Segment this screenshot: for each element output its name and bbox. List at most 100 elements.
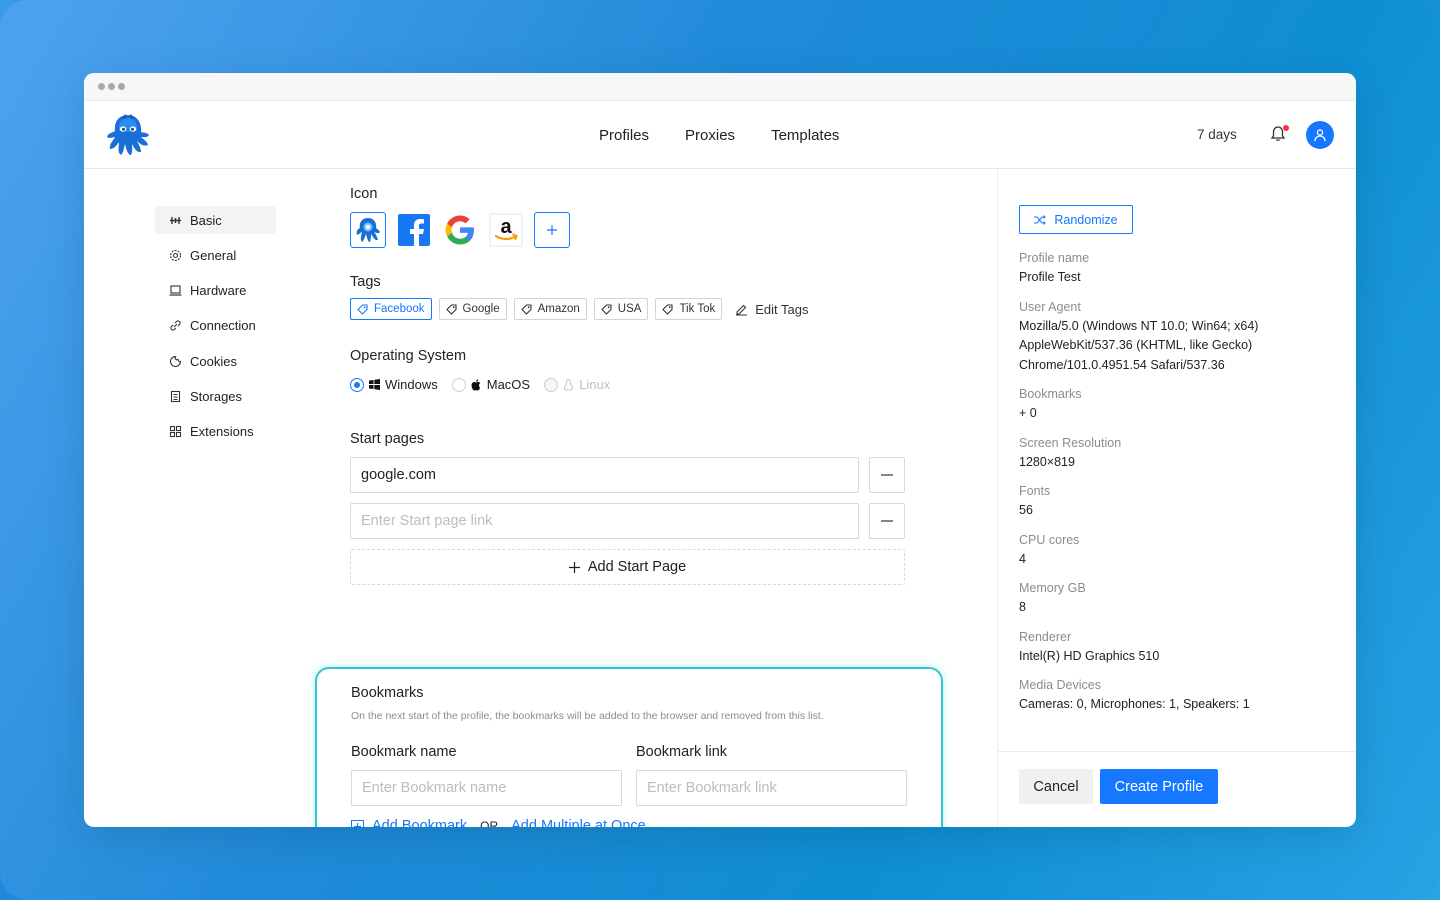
os-label-macos: MacOS <box>486 377 531 392</box>
user-agent-value-line: Mozilla/5.0 (Windows NT 10.0; Win64; x64… <box>1019 318 1259 333</box>
cancel-button[interactable]: Cancel <box>1019 769 1093 804</box>
icon-option-amazon[interactable]: a <box>488 212 524 248</box>
os-option-windows[interactable]: Windows <box>350 377 438 392</box>
tag-google[interactable]: Google <box>438 298 507 320</box>
sidebar-item-storages[interactable]: Storages <box>155 382 276 410</box>
tag-icon <box>357 303 368 315</box>
renderer-key: Renderer <box>1019 629 1072 644</box>
add-icon-button[interactable] <box>534 212 570 248</box>
pencil-icon <box>736 304 748 316</box>
icon-label: Icon <box>350 186 378 202</box>
amazon-icon: a <box>489 213 523 247</box>
tag-amazon[interactable]: Amazon <box>513 298 587 320</box>
add-bookmark-link[interactable]: Add Bookmark <box>372 818 467 827</box>
gear-icon <box>169 249 182 261</box>
os-option-macos[interactable]: MacOS <box>451 377 531 392</box>
title-bar <box>84 73 1356 101</box>
nav-proxies[interactable]: Proxies <box>685 127 735 144</box>
os-label: Operating System <box>350 348 467 364</box>
sidebar-item-extensions[interactable]: Extensions <box>155 418 276 446</box>
sidebar-item-label: Extensions <box>190 424 254 440</box>
shuffle-icon <box>1034 214 1047 225</box>
tag-label: Tik Tok <box>679 303 716 315</box>
randomize-button[interactable]: Randomize <box>1019 205 1133 234</box>
minus-icon <box>881 474 893 476</box>
tag-label: Amazon <box>537 303 580 315</box>
memory-value: 8 <box>1019 600 1026 614</box>
create-profile-button[interactable]: Create Profile <box>1100 769 1218 804</box>
edit-tags-button[interactable]: Edit Tags <box>735 302 809 317</box>
sidebar-item-label: Basic <box>190 212 222 228</box>
cpu-key: CPU cores <box>1019 532 1080 547</box>
avatar[interactable] <box>1306 121 1334 149</box>
apple-icon <box>471 378 481 390</box>
tag-icon <box>662 303 674 315</box>
tag-list: Facebook Google Amazon USA Tik Tok Edit … <box>350 298 809 320</box>
tag-label: USA <box>617 303 642 315</box>
radio-button[interactable] <box>451 377 466 392</box>
window-dot <box>98 83 105 90</box>
facebook-icon <box>398 214 430 247</box>
icon-option-google[interactable] <box>442 212 478 248</box>
tag-tiktok[interactable]: Tik Tok <box>655 298 723 320</box>
start-page-input-empty[interactable]: Enter Start page link <box>350 503 859 539</box>
window-dot <box>108 83 115 90</box>
cpu-value: 4 <box>1019 551 1026 566</box>
linux-icon <box>564 378 574 390</box>
grid-icon <box>169 426 182 438</box>
notification-dot <box>1283 125 1289 131</box>
fonts-key: Fonts <box>1019 484 1051 498</box>
icon-option-octopus[interactable] <box>350 212 386 248</box>
add-start-page-label: Add Start Page <box>587 559 687 575</box>
sidebar-item-label: Cookies <box>190 353 237 369</box>
start-page-input[interactable]: google.com <box>350 457 859 493</box>
tag-icon <box>445 303 457 315</box>
add-multiple-link[interactable]: Add Multiple at Once <box>511 818 646 827</box>
bookmarks-value: + 0 <box>1019 406 1037 420</box>
icon-option-facebook[interactable] <box>396 212 432 248</box>
start-pages-label: Start pages <box>350 431 425 447</box>
resolution-value: 1280×819 <box>1019 454 1075 469</box>
subscription-days: 7 days <box>1197 127 1237 142</box>
remove-start-page-button[interactable] <box>869 503 905 539</box>
link-icon <box>170 320 181 331</box>
profile-info: Profile name Profile Test User Agent Moz… <box>1019 249 1349 725</box>
resolution-key: Screen Resolution <box>1019 435 1122 450</box>
randomize-label: Randomize <box>1054 212 1118 227</box>
icon-picker: a <box>350 212 570 248</box>
sidebar-item-basic[interactable]: Basic <box>155 206 276 234</box>
remove-start-page-button[interactable] <box>869 457 905 493</box>
nav-profiles[interactable]: Profiles <box>599 127 649 144</box>
user-agent-value-line: AppleWebKit/537.36 (KHTML, like Gecko) <box>1019 338 1253 352</box>
minus-icon <box>881 520 893 522</box>
sidebar-item-connection[interactable]: Connection <box>155 312 276 340</box>
page-body: Basic General Hardware Connection Cookie… <box>84 170 1356 827</box>
sidebar-item-hardware[interactable]: Hardware <box>155 277 276 305</box>
nav-templates[interactable]: Templates <box>771 127 839 144</box>
fonts-value: 56 <box>1019 503 1033 517</box>
sidebar-item-general[interactable]: General <box>155 241 276 269</box>
plus-icon <box>568 561 580 573</box>
add-start-page-button[interactable]: Add Start Page <box>350 549 905 585</box>
tag-usa[interactable]: USA <box>593 298 649 320</box>
bookmark-name-input[interactable]: Enter Bookmark name <box>351 770 622 806</box>
bookmark-link-input[interactable]: Enter Bookmark link <box>636 770 907 806</box>
radio-button[interactable] <box>350 377 364 392</box>
octopus-logo-icon[interactable] <box>104 111 152 159</box>
window-dot <box>118 83 125 90</box>
bookmarks-title: Bookmarks <box>351 685 424 701</box>
google-icon <box>445 215 474 245</box>
tag-icon <box>520 303 532 315</box>
sidebar-item-cookies[interactable]: Cookies <box>155 347 276 375</box>
bookmarks-key: Bookmarks <box>1019 387 1082 401</box>
cookie-icon <box>169 355 182 367</box>
bookmarks-card: Bookmarks On the next start of the profi… <box>315 667 943 827</box>
os-label-linux: Linux <box>579 377 611 392</box>
profile-name-value: Profile Test <box>1019 270 1081 284</box>
svg-text:a: a <box>500 216 512 238</box>
panel-divider <box>998 751 1356 752</box>
tag-facebook[interactable]: Facebook <box>350 298 432 320</box>
bookmarks-description: On the next start of the profile, the bo… <box>351 710 824 722</box>
plus-square-icon <box>351 819 364 827</box>
os-option-linux: Linux <box>544 377 610 392</box>
